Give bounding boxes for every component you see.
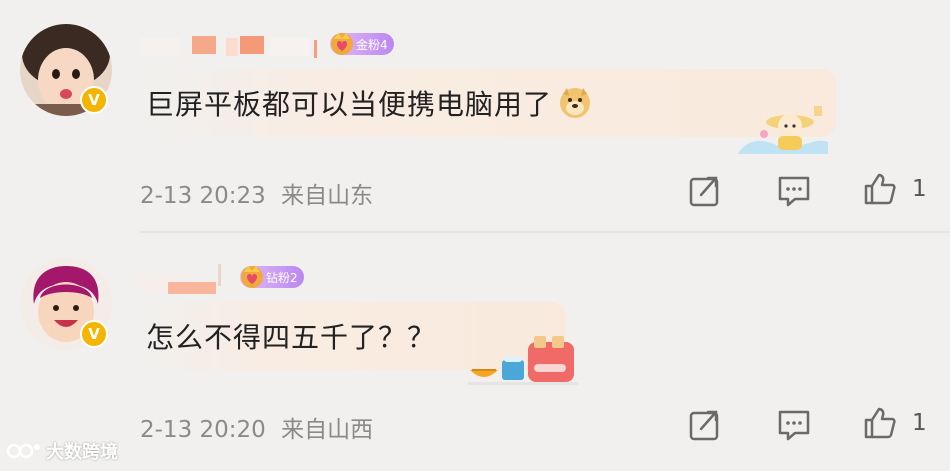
divider — [140, 231, 950, 233]
comment-bubble[interactable]: 巨屏平板都可以当便携电脑用了 — [140, 69, 836, 137]
comment-time: 2-13 20:20 — [140, 417, 266, 443]
thumbs-up-icon[interactable] — [863, 172, 897, 206]
comment-text: 怎么不得四五千了？？ — [146, 321, 437, 354]
like-count: 1 — [912, 176, 927, 202]
share-icon[interactable] — [688, 174, 722, 208]
share-icon[interactable] — [688, 408, 722, 442]
comment-item: V 金粉4 巨屏平板都可以当便携电脑用了 2-13 20:23 来自山东 1 — [0, 0, 950, 232]
comment-time: 2-13 20:23 — [140, 183, 266, 209]
fan-badge-label: 钻粉2 — [266, 270, 298, 285]
verified-icon: V — [80, 86, 108, 114]
watermark-logo-icon — [6, 443, 40, 459]
fan-badge-label: 金粉4 — [356, 37, 388, 52]
watermark: 大数跨境 — [6, 438, 118, 464]
comment-meta: 2-13 20:20 来自山西 — [140, 410, 373, 444]
like-count: 1 — [912, 410, 927, 436]
toaster-emoji-icon — [468, 336, 578, 385]
watermark-text: 大数跨境 — [46, 442, 118, 463]
comment-icon[interactable] — [777, 408, 811, 442]
comment-location: 来自山西 — [281, 417, 374, 443]
fan-badge[interactable]: 钻粉2 — [240, 266, 304, 288]
doge-emoji-icon — [560, 88, 591, 118]
comment-meta: 2-13 20:23 来自山东 — [140, 176, 373, 210]
comment-item: V 钻粉2 怎么不得四五千了？？ 2-13 20:20 来自山西 1 — [0, 234, 950, 471]
thumbs-up-icon[interactable] — [863, 406, 897, 440]
comment-location: 来自山东 — [281, 183, 374, 209]
comment-text: 巨屏平板都可以当便携电脑用了 — [146, 88, 553, 121]
fan-badge[interactable]: 金粉4 — [330, 33, 394, 55]
bubble-decoration-icon — [738, 106, 828, 154]
fan-crown-icon — [241, 266, 263, 288]
comment-icon[interactable] — [777, 174, 811, 208]
verified-icon: V — [80, 320, 108, 348]
fan-crown-icon — [331, 33, 353, 55]
